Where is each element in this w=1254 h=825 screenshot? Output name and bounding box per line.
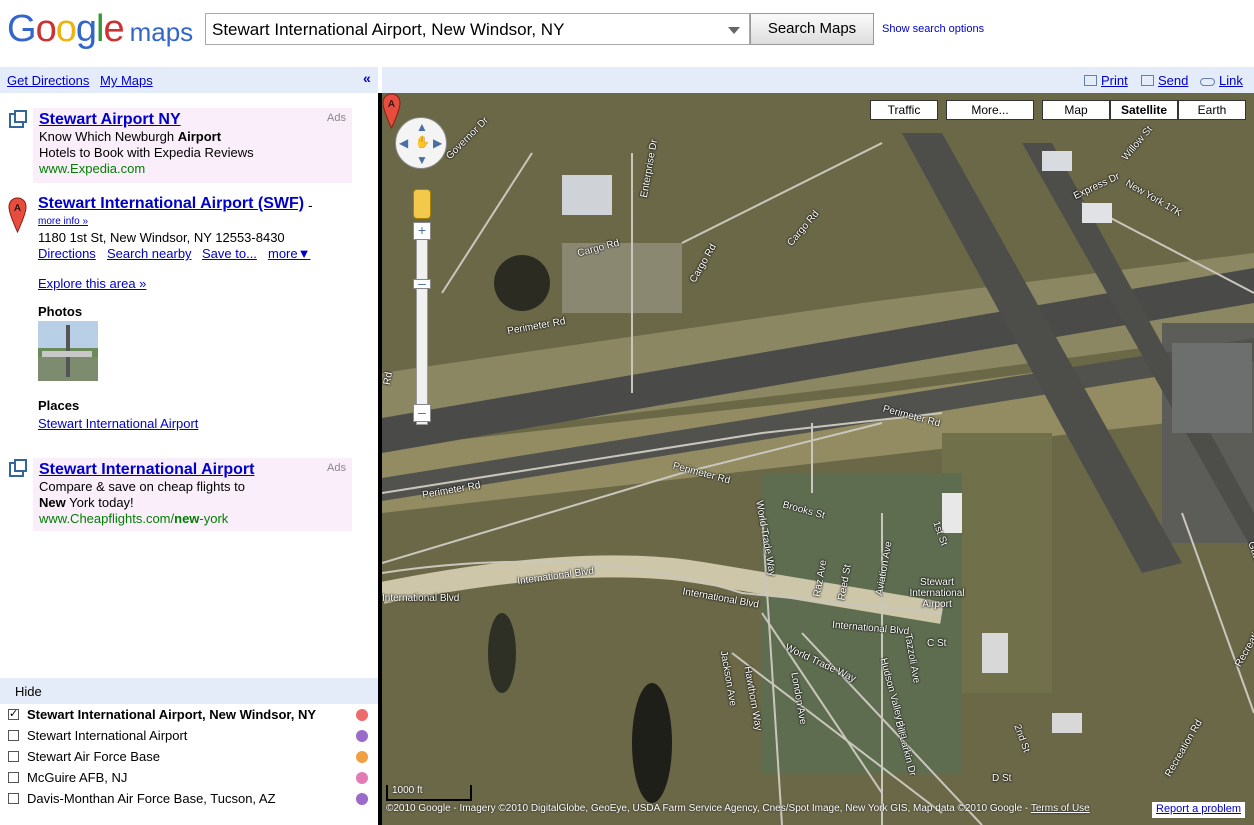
street-view-pegman-icon[interactable] [413,189,431,219]
photos-heading: Photos [38,304,83,319]
map-canvas[interactable]: Governor Dr Enterprise Dr Cargo Rd Cargo Rd… [382,93,1254,825]
show-search-options-link[interactable]: Show search options [882,23,984,35]
map-type-satellite-button[interactable]: Satellite [1110,100,1178,120]
pan-up-icon[interactable]: ▲ [416,120,428,134]
more-dropdown-link[interactable]: more▼ [268,246,311,261]
results-panel: Stewart Airport NY Ads Know Which Newbur… [0,93,378,678]
scale-bar: 1000 ft [386,785,472,801]
header: Google maps Stewart International Airport… [0,0,1254,66]
ad-cheapflights: Stewart International Airport Ads Compar… [33,458,352,531]
legend-label[interactable]: Stewart Air Force Base [27,749,160,764]
legend-label[interactable]: Davis-Monthan Air Force Base, Tucson, AZ [27,791,276,806]
legend-color-dot [356,730,368,742]
satellite-imagery [382,93,1254,825]
search-nearby-link[interactable]: Search nearby [107,246,192,261]
legend-header: Hide [0,678,378,704]
photo-thumbnail[interactable] [38,321,98,381]
street-label: International Blvd [382,593,460,604]
legend-checkbox[interactable] [8,751,19,762]
legend-color-dot [356,793,368,805]
legend-item[interactable]: McGuire AFB, NJ [8,769,370,787]
explore-area-link[interactable]: Explore this area » [38,276,146,291]
send-link[interactable]: Send [1141,73,1188,88]
ad-title[interactable]: Stewart Airport NY [39,111,346,129]
legend-item[interactable]: Davis-Monthan Air Force Base, Tucson, AZ [8,790,370,808]
result-dash: - [308,197,313,213]
result-address: 1180 1st St, New Windsor, NY 12553-8430 [38,230,285,245]
pan-left-icon[interactable]: ◀ [399,136,408,150]
collapse-panel-icon[interactable]: « [363,70,371,86]
external-link-icon[interactable] [9,459,27,477]
map-toolbar: Print Send Link [382,67,1254,93]
map-type-earth-button[interactable]: Earth [1178,100,1246,120]
my-maps-link[interactable]: My Maps [100,73,153,88]
ad-url[interactable]: www.Expedia.com [39,161,346,176]
legend-checkbox[interactable] [8,793,19,804]
legend-label[interactable]: McGuire AFB, NJ [27,770,127,785]
location-marker-icon[interactable]: A [382,93,401,129]
legend-label[interactable]: Stewart International Airport, New Winds… [27,707,316,722]
hide-legend-button[interactable]: Hide [15,684,42,699]
place-link[interactable]: Stewart International Airport [38,416,198,431]
street-label: Rd [382,371,395,386]
envelope-icon [1141,75,1154,86]
ads-label: Ads [327,462,346,474]
street-label: Stewart International Airport [909,577,965,610]
google-maps-logo[interactable]: Google maps [7,8,193,51]
result-marker-icon[interactable]: A [8,197,27,233]
street-label: D St [992,773,1012,784]
ad-line: New York today! [39,495,134,510]
print-link[interactable]: Print [1084,73,1128,88]
left-toolbar: Get Directions My Maps « [0,67,378,93]
traffic-button[interactable]: Traffic [870,100,938,120]
search-history-dropdown-icon[interactable] [728,27,740,34]
map-type-map-button[interactable]: Map [1042,100,1110,120]
link-link[interactable]: Link [1200,73,1243,88]
pan-right-icon[interactable]: ▶ [433,136,442,150]
search-maps-button[interactable]: Search Maps [750,13,874,45]
legend-color-dot [356,709,368,721]
ad-line: Hotels to Book with Expedia Reviews [39,145,254,160]
ad-title[interactable]: Stewart International Airport [39,461,346,479]
chain-link-icon [1200,78,1215,86]
external-link-icon[interactable] [9,110,27,128]
ad-line: Compare & save on cheap flights to [39,479,245,494]
svg-text:A: A [388,99,395,110]
ads-label: Ads [327,112,346,124]
search-input[interactable]: Stewart International Airport, New Winds… [205,13,750,45]
legend-item[interactable]: Stewart Air Force Base [8,748,370,766]
svg-text:A: A [14,203,21,214]
legend-checkbox[interactable]: ✓ [8,709,19,720]
pan-control[interactable]: ▲ ▼ ◀ ▶ ✋ [395,117,447,169]
ad-expedia: Stewart Airport NY Ads Know Which Newbur… [33,108,352,183]
zoom-in-button[interactable]: + [413,222,431,240]
legend-item[interactable]: ✓ Stewart International Airport, New Wind… [8,706,370,724]
legend-checkbox[interactable] [8,730,19,741]
zoom-slider[interactable] [416,227,428,425]
legend-label[interactable]: Stewart International Airport [27,728,187,743]
legend-checkbox[interactable] [8,772,19,783]
street-label: C St [927,638,947,649]
report-problem-link[interactable]: Report a problem [1152,802,1245,818]
hand-icon: ✋ [415,135,430,149]
map-copyright: ©2010 Google - Imagery ©2010 DigitalGlob… [386,803,1090,814]
save-to-link[interactable]: Save to... [202,246,257,261]
places-heading: Places [38,398,80,413]
more-layers-button[interactable]: More... [946,100,1034,120]
printer-icon [1084,75,1097,86]
directions-link[interactable]: Directions [38,246,96,261]
legend-color-dot [356,751,368,763]
pan-down-icon[interactable]: ▼ [416,153,428,167]
terms-of-use-link[interactable]: Terms of Use [1031,803,1090,814]
more-info-link[interactable]: more info » [38,216,88,227]
ad-url[interactable]: www.Cheapflights.com/new-york [39,511,346,526]
result-title-link[interactable]: Stewart International Airport (SWF) [38,195,304,213]
zoom-out-button[interactable]: – [413,404,431,422]
get-directions-link[interactable]: Get Directions [7,73,89,88]
ad-line: Know Which Newburgh Airport [39,129,222,144]
legend-color-dot [356,772,368,784]
legend-item[interactable]: Stewart International Airport [8,727,370,745]
zoom-slider-thumb[interactable]: – [413,276,431,290]
